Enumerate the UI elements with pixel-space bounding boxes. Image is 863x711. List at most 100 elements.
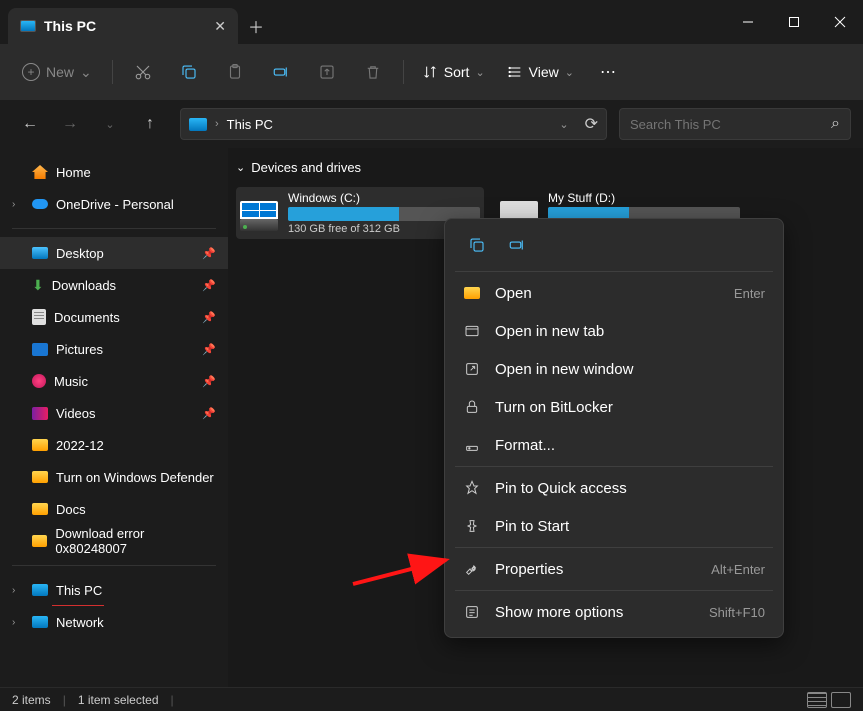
tiles-view-icon[interactable] <box>831 692 851 708</box>
titlebar: This PC ✕ ＋ <box>0 0 863 44</box>
annotation-arrow <box>348 542 458 592</box>
copy-icon[interactable] <box>459 229 495 261</box>
forward-button[interactable]: → <box>52 106 88 142</box>
details-view-icon[interactable] <box>807 692 827 708</box>
status-items: 2 items <box>12 693 51 707</box>
sort-label: Sort <box>444 64 470 80</box>
group-header[interactable]: ⌄ Devices and drives <box>228 156 863 179</box>
sidebar-network[interactable]: ›Network <box>0 606 228 638</box>
chevron-down-icon: ⌄ <box>475 66 484 79</box>
tab-this-pc[interactable]: This PC ✕ <box>8 8 238 44</box>
sidebar-downloads[interactable]: ⬇Downloads📌 <box>0 269 228 301</box>
new-button[interactable]: + New ⌄ <box>12 57 102 87</box>
ctx-properties[interactable]: PropertiesAlt+Enter <box>451 550 777 588</box>
view-label: View <box>529 64 559 80</box>
pin-icon <box>463 517 481 535</box>
lock-icon <box>463 398 481 416</box>
drive-name: Windows (C:) <box>288 191 480 205</box>
chevron-down-icon: ⌄ <box>80 64 92 81</box>
close-tab-icon[interactable]: ✕ <box>214 18 226 35</box>
ctx-pin-quick[interactable]: Pin to Quick access <box>451 469 777 507</box>
copy-icon[interactable] <box>169 54 209 90</box>
sidebar-onedrive[interactable]: ›OneDrive - Personal <box>0 188 228 220</box>
new-tab-button[interactable]: ＋ <box>238 8 274 44</box>
search-box[interactable]: ⌕ <box>619 108 851 140</box>
network-icon <box>32 616 48 628</box>
minimize-button[interactable] <box>725 6 771 38</box>
pin-icon: 📌 <box>202 375 216 388</box>
sidebar-videos[interactable]: Videos📌 <box>0 397 228 429</box>
refresh-icon[interactable]: ⟳ <box>585 114 598 134</box>
ctx-bitlocker[interactable]: Turn on BitLocker <box>451 388 777 426</box>
folder-icon <box>32 503 48 515</box>
pin-icon: 📌 <box>202 279 216 292</box>
paste-icon[interactable] <box>215 54 255 90</box>
tab-title: This PC <box>44 18 206 34</box>
ctx-format[interactable]: Format... <box>451 426 777 464</box>
ctx-pin-start[interactable]: Pin to Start <box>451 507 777 545</box>
more-icon[interactable]: ⋯ <box>588 54 628 90</box>
ctx-open[interactable]: OpenEnter <box>451 274 777 312</box>
folder-icon <box>32 439 48 451</box>
separator <box>455 547 773 548</box>
sidebar-this-pc[interactable]: ›This PC <box>0 574 228 606</box>
separator <box>403 60 404 84</box>
ctx-show-more[interactable]: Show more optionsShift+F10 <box>451 593 777 631</box>
home-icon <box>32 165 48 179</box>
desktop-icon <box>32 247 48 259</box>
chevron-right-icon: › <box>215 118 219 130</box>
delete-icon[interactable] <box>353 54 393 90</box>
chevron-right-icon[interactable]: › <box>12 617 24 628</box>
folder-icon <box>463 284 481 302</box>
rename-icon[interactable] <box>261 54 301 90</box>
chevron-right-icon[interactable]: › <box>12 585 24 596</box>
window-controls <box>725 6 863 38</box>
tab-icon <box>463 322 481 340</box>
sidebar-music[interactable]: Music📌 <box>0 365 228 397</box>
folder-icon <box>32 471 48 483</box>
rename-icon[interactable] <box>499 229 535 261</box>
chevron-down-icon[interactable]: ⌄ <box>559 118 568 131</box>
sidebar-pictures[interactable]: Pictures📌 <box>0 333 228 365</box>
search-icon[interactable]: ⌕ <box>831 115 840 133</box>
close-window-button[interactable] <box>817 6 863 38</box>
sidebar-documents[interactable]: Documents📌 <box>0 301 228 333</box>
pin-icon <box>463 479 481 497</box>
sort-button[interactable]: Sort ⌄ <box>414 58 493 86</box>
address-bar[interactable]: › This PC ⌄ ⟳ <box>180 108 607 140</box>
ctx-open-new-window[interactable]: Open in new window <box>451 350 777 388</box>
sidebar-folder-dlerror[interactable]: Download error 0x80248007 <box>0 525 228 557</box>
drive-name: My Stuff (D:) <box>548 191 740 205</box>
cut-icon[interactable] <box>123 54 163 90</box>
recent-button[interactable]: ⌄ <box>92 106 128 142</box>
pin-icon: 📌 <box>202 343 216 356</box>
cloud-icon <box>32 199 48 209</box>
up-button[interactable]: ↑ <box>132 106 168 142</box>
view-button[interactable]: View ⌄ <box>499 58 582 86</box>
download-icon: ⬇ <box>32 277 44 294</box>
maximize-button[interactable] <box>771 6 817 38</box>
new-label: New <box>46 64 74 80</box>
pin-icon: 📌 <box>202 247 216 260</box>
sidebar-desktop[interactable]: Desktop📌 <box>0 237 228 269</box>
chevron-down-icon: ⌄ <box>236 161 245 174</box>
pc-icon <box>189 118 207 131</box>
separator <box>12 228 216 229</box>
address-text: This PC <box>227 117 552 132</box>
sidebar-home[interactable]: Home <box>0 156 228 188</box>
plus-icon: + <box>22 63 40 81</box>
sidebar-folder-defender[interactable]: Turn on Windows Defender <box>0 461 228 493</box>
format-icon <box>463 436 481 454</box>
back-button[interactable]: ← <box>12 106 48 142</box>
chevron-down-icon: ⌄ <box>565 66 574 79</box>
toolbar: + New ⌄ Sort ⌄ View ⌄ ⋯ <box>0 44 863 100</box>
search-input[interactable] <box>630 117 831 132</box>
folder-icon <box>32 535 48 547</box>
sidebar-folder-2022-12[interactable]: 2022-12 <box>0 429 228 461</box>
ctx-open-new-tab[interactable]: Open in new tab <box>451 312 777 350</box>
separator <box>455 271 773 272</box>
status-bar: 2 items | 1 item selected | <box>0 687 863 711</box>
share-icon[interactable] <box>307 54 347 90</box>
chevron-right-icon[interactable]: › <box>12 199 24 210</box>
sidebar-folder-docs[interactable]: Docs <box>0 493 228 525</box>
